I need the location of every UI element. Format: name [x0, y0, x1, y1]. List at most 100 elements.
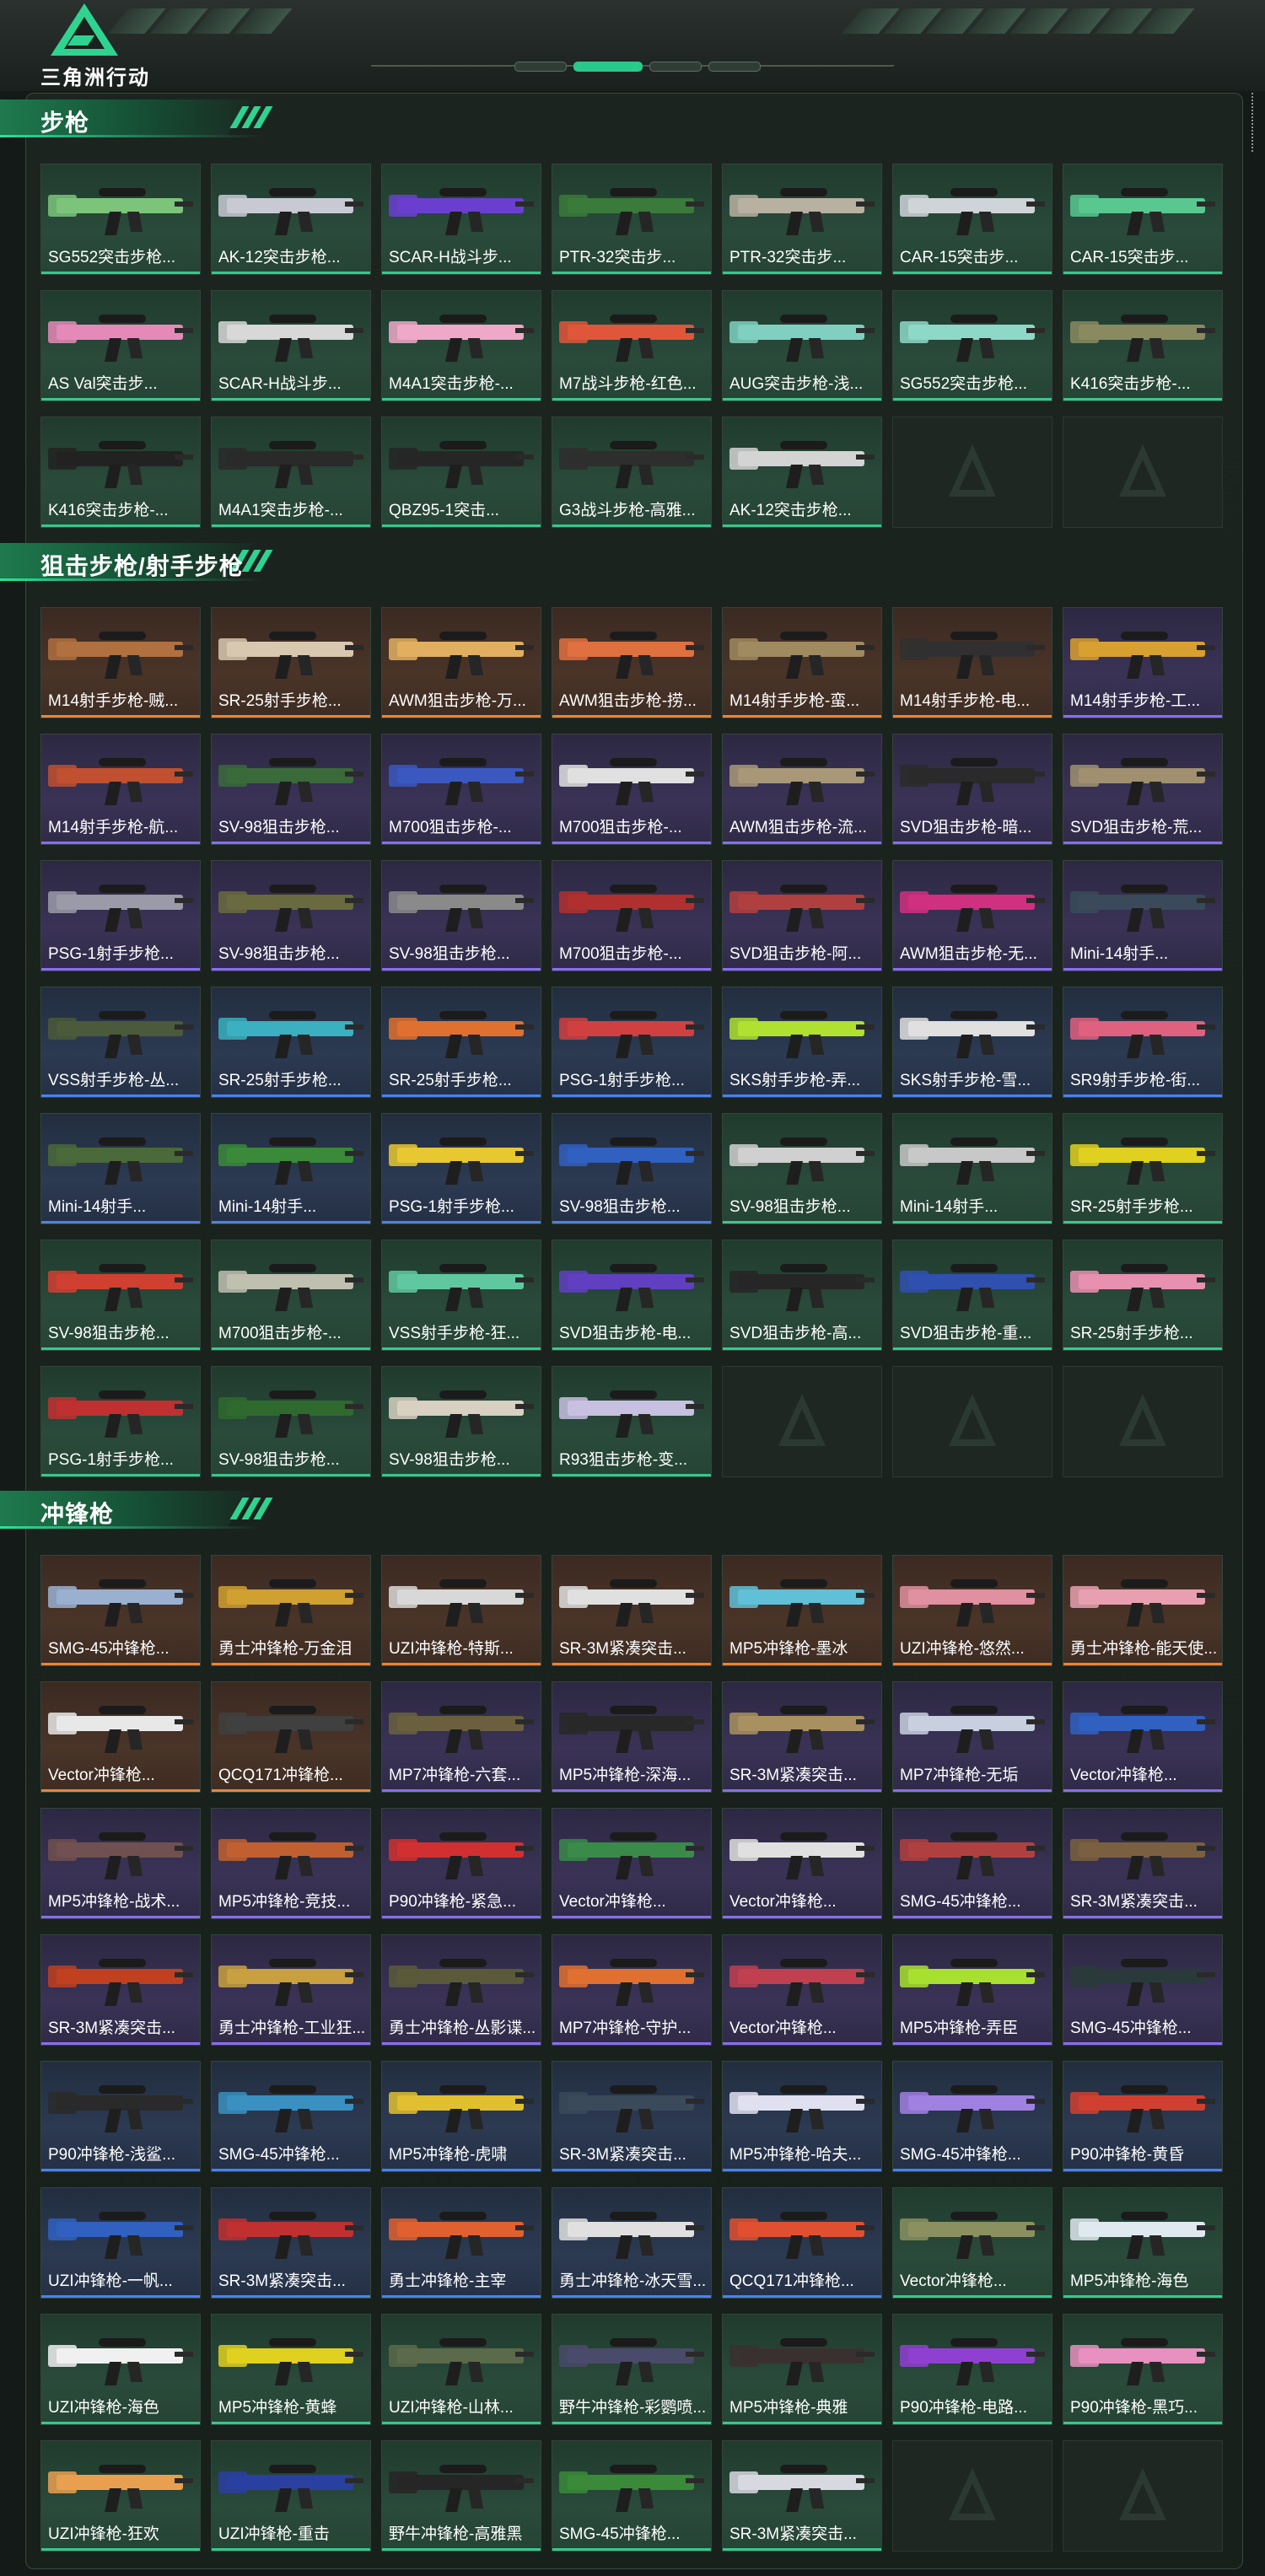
skin-card[interactable]: 勇士冲锋枪-主宰	[381, 2187, 541, 2299]
skin-card[interactable]: SVD狙击步枪-电...	[552, 1240, 712, 1351]
skin-card[interactable]: M14射手步枪-航...	[40, 734, 201, 845]
skin-card[interactable]: Mini-14射手...	[211, 1113, 371, 1224]
skin-card[interactable]: SCAR-H战斗步...	[211, 290, 371, 401]
skin-card[interactable]: MP7冲锋枪-无垢	[892, 1681, 1052, 1793]
skin-card[interactable]: SMG-45冲锋枪...	[892, 2061, 1052, 2172]
skin-card[interactable]: QCQ171冲锋枪...	[211, 1681, 371, 1793]
skin-card[interactable]: SMG-45冲锋枪...	[1063, 1934, 1223, 2046]
skin-card[interactable]: SR-3M紧凑突击...	[1063, 1808, 1223, 1919]
skin-card[interactable]: SV-98狙击步枪...	[40, 1240, 201, 1351]
skin-card[interactable]: Vector冲锋枪...	[40, 1681, 201, 1793]
skin-card[interactable]: SR-3M紧凑突击...	[722, 2440, 882, 2552]
skin-card[interactable]: SVD狙击步枪-荒...	[1063, 734, 1223, 845]
skin-card[interactable]: 勇士冲锋枪-冰天雪...	[552, 2187, 712, 2299]
skin-card[interactable]: K416突击步枪-...	[40, 417, 201, 528]
skin-card[interactable]: MP5冲锋枪-黄蜂	[211, 2314, 371, 2425]
skin-card[interactable]: UZI冲锋枪-特斯...	[381, 1555, 541, 1666]
scrollbar-handle[interactable]	[1252, 93, 1257, 152]
skin-card[interactable]: QCQ171冲锋枪...	[722, 2187, 882, 2299]
skin-card[interactable]: SMG-45冲锋枪...	[892, 1808, 1052, 1919]
skin-card[interactable]: MP5冲锋枪-竞技...	[211, 1808, 371, 1919]
skin-card[interactable]: 野牛冲锋枪-彩鹦喷...	[552, 2314, 712, 2425]
skin-card[interactable]: SV-98狙击步枪...	[722, 1113, 882, 1224]
skin-card[interactable]: SV-98狙击步枪...	[211, 734, 371, 845]
skin-card[interactable]: SV-98狙击步枪...	[381, 1366, 541, 1477]
skin-card[interactable]: R93狙击步枪-变...	[552, 1366, 712, 1477]
skin-card[interactable]: M700狙击步枪-...	[211, 1240, 371, 1351]
skin-card[interactable]: M700狙击步枪-...	[552, 734, 712, 845]
skin-card[interactable]: SR-25射手步枪...	[1063, 1240, 1223, 1351]
skin-card[interactable]: SR-25射手步枪...	[381, 987, 541, 1098]
skin-card[interactable]: UZI冲锋枪-狂欢	[40, 2440, 201, 2552]
skin-card[interactable]: UZI冲锋枪-悠然...	[892, 1555, 1052, 1666]
skin-card[interactable]: M700狙击步枪-...	[381, 734, 541, 845]
skin-card[interactable]: AUG突击步枪-浅...	[722, 290, 882, 401]
skin-card[interactable]: MP5冲锋枪-虎啸	[381, 2061, 541, 2172]
skin-card[interactable]: M4A1突击步枪-...	[381, 290, 541, 401]
skin-card[interactable]: M14射手步枪-电...	[892, 607, 1052, 718]
skin-card[interactable]: PTR-32突击步...	[552, 164, 712, 275]
skin-card[interactable]: SV-98狙击步枪...	[211, 860, 371, 971]
skin-card[interactable]: M7战斗步枪-红色...	[552, 290, 712, 401]
skin-card[interactable]: 勇士冲锋枪-丛影谍...	[381, 1934, 541, 2046]
skin-card[interactable]: SG552突击步枪...	[892, 290, 1052, 401]
skin-card[interactable]: SVD狙击步枪-高...	[722, 1240, 882, 1351]
skin-card[interactable]: SR-25射手步枪...	[1063, 1113, 1223, 1224]
skin-card[interactable]: SR-3M紧凑突击...	[722, 1681, 882, 1793]
skin-card[interactable]: AK-12突击步枪...	[211, 164, 371, 275]
skin-card[interactable]: SR-25射手步枪...	[211, 987, 371, 1098]
skin-card[interactable]: UZI冲锋枪-海色	[40, 2314, 201, 2425]
skin-card[interactable]: SVD狙击步枪-暗...	[892, 734, 1052, 845]
skin-card[interactable]: SR-3M紧凑突击...	[552, 1555, 712, 1666]
skin-card[interactable]: UZI冲锋枪-重击	[211, 2440, 371, 2552]
skin-card[interactable]: G3战斗步枪-高雅...	[552, 417, 712, 528]
skin-card[interactable]: SV-98狙击步枪...	[381, 860, 541, 971]
skin-card[interactable]: PTR-32突击步...	[722, 164, 882, 275]
skin-card[interactable]: Vector冲锋枪...	[722, 1934, 882, 2046]
skin-card[interactable]: MP5冲锋枪-海色	[1063, 2187, 1223, 2299]
skin-card[interactable]: PSG-1射手步枪...	[381, 1113, 541, 1224]
skin-card[interactable]: CAR-15突击步...	[892, 164, 1052, 275]
skin-card[interactable]: SR9射手步枪-街...	[1063, 987, 1223, 1098]
skin-card[interactable]: UZI冲锋枪-一帆...	[40, 2187, 201, 2299]
skin-card[interactable]: MP5冲锋枪-墨冰	[722, 1555, 882, 1666]
skin-card[interactable]: MP5冲锋枪-典雅	[722, 2314, 882, 2425]
skin-card[interactable]: SV-98狙击步枪...	[552, 1113, 712, 1224]
skin-card[interactable]: P90冲锋枪-黑巧...	[1063, 2314, 1223, 2425]
skin-card[interactable]: SVD狙击步枪-重...	[892, 1240, 1052, 1351]
skin-card[interactable]: SCAR-H战斗步...	[381, 164, 541, 275]
skin-card[interactable]: 勇士冲锋枪-工业狂...	[211, 1934, 371, 2046]
skin-card[interactable]: Mini-14射手...	[892, 1113, 1052, 1224]
skin-card[interactable]: P90冲锋枪-黄昏	[1063, 2061, 1223, 2172]
skin-card[interactable]: AWM狙击步枪-流...	[722, 734, 882, 845]
skin-card[interactable]: SV-98狙击步枪...	[211, 1366, 371, 1477]
skin-card[interactable]: SR-25射手步枪...	[211, 607, 371, 718]
skin-card[interactable]: AS Val突击步...	[40, 290, 201, 401]
skin-card[interactable]: 勇士冲锋枪-万金泪	[211, 1555, 371, 1666]
skin-card[interactable]: Mini-14射手...	[1063, 860, 1223, 971]
skin-card[interactable]: Vector冲锋枪...	[892, 2187, 1052, 2299]
skin-card[interactable]: M4A1突击步枪-...	[211, 417, 371, 528]
skin-card[interactable]: AK-12突击步枪...	[722, 417, 882, 528]
skin-card[interactable]: M14射手步枪-贼...	[40, 607, 201, 718]
skin-card[interactable]: MP5冲锋枪-哈夫...	[722, 2061, 882, 2172]
skin-card[interactable]: P90冲锋枪-电路...	[892, 2314, 1052, 2425]
skin-card[interactable]: P90冲锋枪-紧急...	[381, 1808, 541, 1919]
skin-card[interactable]: SVD狙击步枪-阿...	[722, 860, 882, 971]
skin-card[interactable]: SR-3M紧凑突击...	[211, 2187, 371, 2299]
skin-card[interactable]: SKS射手步枪-弄...	[722, 987, 882, 1098]
skin-card[interactable]: SMG-45冲锋枪...	[40, 1555, 201, 1666]
skin-card[interactable]: VSS射手步枪-狂...	[381, 1240, 541, 1351]
skin-card[interactable]: 勇士冲锋枪-能天使...	[1063, 1555, 1223, 1666]
skin-card[interactable]: CAR-15突击步...	[1063, 164, 1223, 275]
skin-card[interactable]: SR-3M紧凑突击...	[40, 1934, 201, 2046]
skin-card[interactable]: SR-3M紧凑突击...	[552, 2061, 712, 2172]
skin-card[interactable]: PSG-1射手步枪...	[40, 860, 201, 971]
skin-card[interactable]: SG552突击步枪...	[40, 164, 201, 275]
skin-card[interactable]: MP5冲锋枪-弄臣	[892, 1934, 1052, 2046]
skin-card[interactable]: AWM狙击步枪-捞...	[552, 607, 712, 718]
skin-card[interactable]: Vector冲锋枪...	[1063, 1681, 1223, 1793]
skin-card[interactable]: K416突击步枪-...	[1063, 290, 1223, 401]
skin-card[interactable]: Vector冲锋枪...	[552, 1808, 712, 1919]
skin-card[interactable]: 野牛冲锋枪-高雅黑	[381, 2440, 541, 2552]
